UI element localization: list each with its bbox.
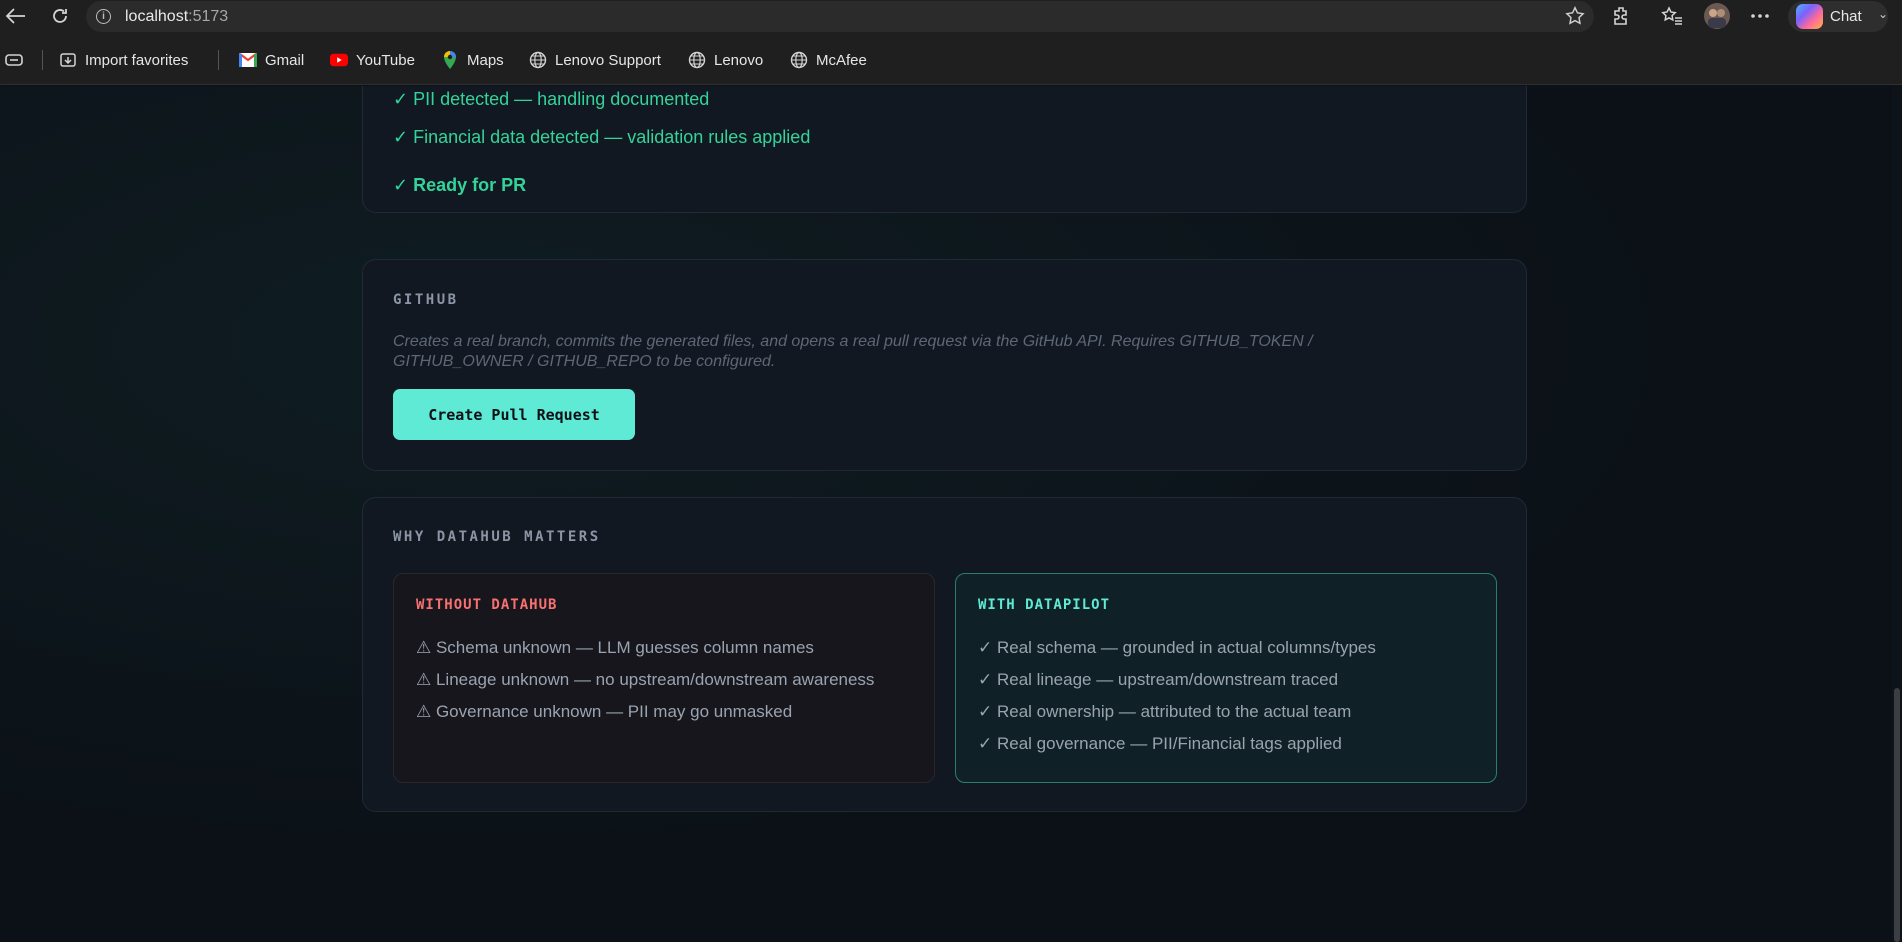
- list-item: ✓ Real lineage — upstream/downstream tra…: [978, 670, 1339, 689]
- globe-icon: [529, 51, 547, 69]
- without-datahub-panel: WITHOUT DATAHUB ⚠ Schema unknown — LLM g…: [393, 573, 935, 783]
- back-arrow-icon[interactable]: [2, 2, 30, 30]
- bookmark-label: Lenovo: [714, 51, 764, 69]
- chat-label: Chat: [1830, 8, 1862, 25]
- bookmark-mcafee[interactable]: McAfee: [790, 50, 867, 70]
- why-datahub-card: WHY DATAHUB MATTERS WITHOUT DATAHUB ⚠ Sc…: [362, 497, 1527, 812]
- list-item: ⚠ Schema unknown — LLM guesses column na…: [416, 638, 814, 657]
- maps-icon: [441, 51, 459, 69]
- favorites-icon[interactable]: [1658, 2, 1686, 30]
- list-item: ⚠ Governance unknown — PII may go unmask…: [416, 702, 793, 721]
- bookmark-label: McAfee: [816, 51, 867, 69]
- copilot-icon: [1796, 4, 1823, 29]
- why-section-title: WHY DATAHUB MATTERS: [393, 529, 601, 545]
- address-url[interactable]: localhost:5173: [125, 8, 228, 26]
- bookmark-lenovo[interactable]: Lenovo: [688, 50, 763, 70]
- with-datapilot-panel: WITH DATAPILOT ✓ Real schema — grounded …: [955, 573, 1497, 783]
- gmail-icon: [239, 51, 257, 69]
- youtube-icon: [330, 51, 348, 69]
- validation-item-pii: ✓ PII detected — handling documented: [393, 89, 710, 109]
- list-item: ⚠ Lineage unknown — no upstream/downstre…: [416, 670, 875, 689]
- extensions-icon[interactable]: [1607, 2, 1635, 30]
- create-pull-request-button[interactable]: Create Pull Request: [393, 389, 635, 440]
- list-item: ✓ Real ownership — attributed to the act…: [978, 702, 1352, 721]
- list-item: ✓ Real schema — grounded in actual colum…: [978, 638, 1376, 657]
- bookmark-label: Import favorites: [85, 51, 189, 69]
- import-favorites-icon: [59, 51, 77, 69]
- bookmark-youtube[interactable]: YouTube: [330, 50, 415, 70]
- globe-icon: [688, 51, 706, 69]
- bookmark-label: Lenovo Support: [555, 51, 661, 69]
- with-datapilot-title: WITH DATAPILOT: [978, 597, 1111, 613]
- ready-status: ✓ Ready for PR: [393, 175, 527, 195]
- page-content: ✓ PII detected — handling documented ✓ F…: [0, 86, 1902, 942]
- without-datahub-title: WITHOUT DATAHUB: [416, 597, 558, 613]
- browser-toolbar: i localhost:5173 Chat ⌄: [0, 0, 1902, 33]
- copilot-chat-button[interactable]: Chat ⌄: [1788, 1, 1888, 32]
- tab-actions-icon[interactable]: [4, 50, 24, 70]
- chevron-down-icon[interactable]: ⌄: [1878, 7, 1888, 21]
- bookmark-lenovo-support[interactable]: Lenovo Support: [529, 50, 661, 70]
- bookmark-maps[interactable]: Maps: [441, 50, 504, 70]
- bookmark-import-favorites[interactable]: Import favorites: [59, 50, 188, 70]
- bookmark-gmail[interactable]: Gmail: [239, 50, 304, 70]
- more-options-icon[interactable]: [1746, 2, 1774, 30]
- profile-avatar[interactable]: [1702, 2, 1732, 30]
- list-item: ✓ Real governance — PII/Financial tags a…: [978, 734, 1342, 753]
- bookmarks-bar: Import favorites Gmail YouTube Maps Leno…: [0, 33, 1902, 85]
- site-info-icon[interactable]: i: [96, 9, 111, 24]
- github-card: GITHUB Creates a real branch, commits th…: [362, 259, 1527, 471]
- bookmark-label: YouTube: [356, 51, 415, 69]
- page-scrollbar[interactable]: [1892, 86, 1902, 942]
- bookmark-label: Gmail: [265, 51, 305, 69]
- github-section-title: GITHUB: [393, 292, 459, 308]
- validation-card: ✓ PII detected — handling documented ✓ F…: [362, 86, 1527, 213]
- github-description: Creates a real branch, commits the gener…: [393, 333, 1313, 370]
- scrollbar-thumb[interactable]: [1894, 688, 1900, 942]
- address-bar[interactable]: i localhost:5173: [86, 1, 1594, 32]
- reload-icon[interactable]: [46, 2, 74, 30]
- favorite-star-icon[interactable]: [1564, 5, 1586, 32]
- validation-item-financial: ✓ Financial data detected — validation r…: [393, 127, 811, 147]
- globe-icon: [790, 51, 808, 69]
- bookmark-label: Maps: [467, 51, 504, 69]
